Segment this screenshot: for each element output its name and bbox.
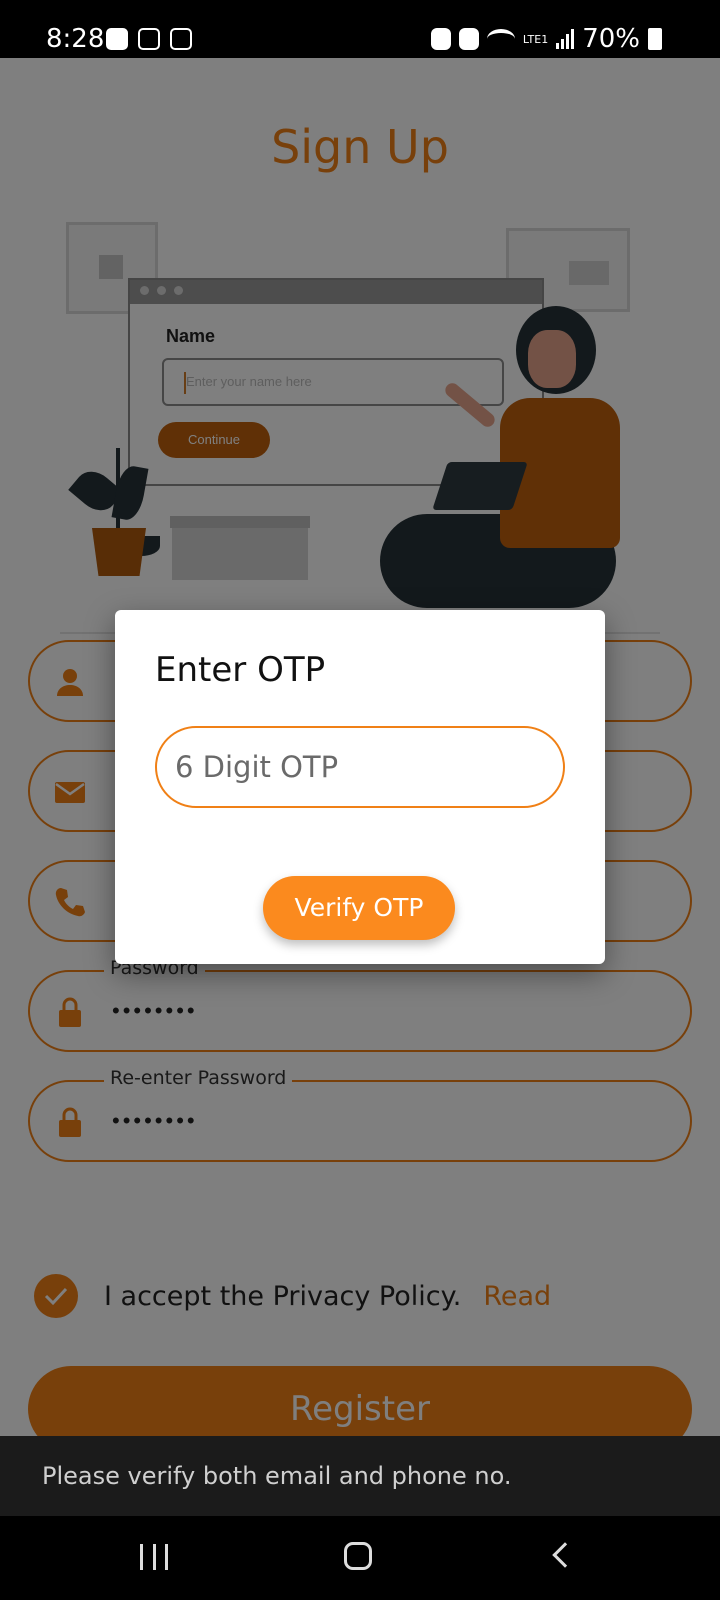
dialog-title: Enter OTP — [155, 650, 326, 690]
otp-input[interactable] — [155, 726, 565, 808]
recents-icon[interactable] — [140, 1544, 168, 1570]
instagram-icon — [138, 28, 160, 50]
signal-icon — [556, 29, 575, 49]
lte-label: LTE1 — [522, 32, 549, 46]
status-time: 8:28 — [46, 24, 105, 54]
otp-dialog: Enter OTP Verify OTP — [115, 610, 605, 964]
toast-message: Please verify both email and phone no. — [0, 1436, 720, 1516]
battery-icon — [648, 28, 662, 50]
alarm-icon — [458, 28, 479, 50]
recycle-icon — [430, 28, 451, 50]
navigation-bar — [0, 1516, 720, 1600]
verify-otp-button[interactable]: Verify OTP — [263, 876, 455, 940]
status-bar: 8:28 LTE1 70% — [0, 0, 720, 58]
battery-percent: 70% — [582, 24, 640, 54]
notification-icons — [106, 28, 192, 50]
home-icon[interactable] — [344, 1542, 372, 1570]
signup-screen: Sign Up Name Enter your name here Contin… — [0, 58, 720, 1436]
system-icons: LTE1 70% — [430, 24, 662, 54]
gallery-icon — [106, 28, 128, 50]
wifi-icon — [486, 29, 515, 49]
back-icon[interactable] — [552, 1542, 578, 1568]
calculator-icon — [170, 28, 192, 50]
